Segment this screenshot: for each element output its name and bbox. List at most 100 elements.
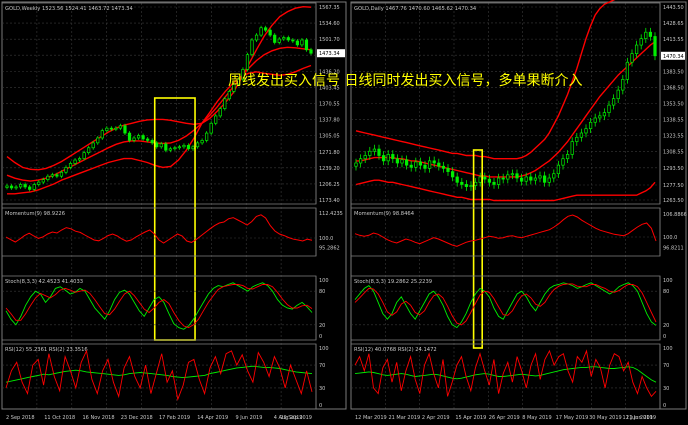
weekly-y-tick-label: 1567.35 <box>319 5 340 11</box>
daily-candle-body <box>639 38 643 46</box>
weekly-candle-body <box>259 27 263 36</box>
daily-candle-body <box>515 173 519 179</box>
weekly-candle-body <box>114 127 118 130</box>
weekly-y-tick-label: 112.4235 <box>319 211 343 217</box>
daily-y-tick-label: 96.8211 <box>663 246 684 252</box>
weekly-candle-body <box>118 125 123 129</box>
weekly-candle-body <box>77 158 82 161</box>
weekly-y-tick-label: 1370.55 <box>319 101 340 107</box>
weekly-candle-body <box>277 38 281 43</box>
weekly-candle-body <box>46 175 50 180</box>
daily-candle-body <box>611 98 616 106</box>
weekly-x-tick-label: 29 Sep 2019 <box>280 415 312 421</box>
daily-candle-body <box>584 128 588 134</box>
daily-y-tick-label: 1413.55 <box>663 37 684 43</box>
daily-candle-body <box>377 148 381 156</box>
daily-y-tick-label: 1323.55 <box>663 134 684 140</box>
daily-y-tick-label: 106.8866 <box>663 212 687 218</box>
weekly-candle-body <box>91 142 95 149</box>
weekly-y-tick-label: 70 <box>319 363 325 369</box>
daily-candle-body <box>395 158 400 164</box>
weekly-y-tick-label: 95.2862 <box>319 245 340 251</box>
weekly-candle-body <box>32 184 36 190</box>
daily-pane-1-title: Momentum(9) 98.8464 <box>354 211 415 217</box>
daily-candle-body <box>524 176 528 182</box>
weekly-candle-body <box>150 140 154 144</box>
chart-workspace: GOLD,Weekly 1523.56 1524.41 1463.72 1473… <box>0 0 688 421</box>
daily-candle-body <box>381 155 386 162</box>
daily-candle-body <box>542 175 547 183</box>
daily-candle-body <box>414 161 418 168</box>
weekly-y-tick-label: 1305.05 <box>319 134 340 140</box>
weekly-y-tick-label: 1337.80 <box>319 117 340 123</box>
daily-y-tick-label: 1293.50 <box>663 166 684 172</box>
daily-candle-body <box>455 176 459 183</box>
daily-y-tick-label: 1338.55 <box>663 118 684 124</box>
weekly-candle-body <box>5 185 9 188</box>
weekly-pane-3-title: RSI(12) 55.2361 RSI(2) 23.3516 <box>5 347 88 353</box>
daily-x-tick-label: 17 May 2019 <box>556 415 589 421</box>
daily-x-tick-label: 8 May 2019 <box>522 415 551 421</box>
weekly-y-tick-label: 1501.70 <box>319 37 340 43</box>
weekly-candle-body <box>291 39 295 42</box>
daily-y-tick-label: 70 <box>663 363 669 369</box>
daily-y-tick-label: 1308.55 <box>663 150 684 156</box>
weekly-candle-body <box>245 54 250 70</box>
weekly-candle-body <box>304 39 309 51</box>
weekly-candle-body <box>127 132 132 141</box>
weekly-candle-body <box>191 146 195 150</box>
weekly-y-tick-label: 1239.20 <box>319 166 340 172</box>
weekly-candle-body <box>41 179 45 183</box>
daily-candle-body <box>602 112 607 117</box>
daily-candle-body <box>579 132 584 138</box>
daily-y-tick-label: 1353.50 <box>663 102 684 108</box>
weekly-candle-body <box>214 115 218 124</box>
weekly-candle-body <box>9 185 14 189</box>
daily-candle-body <box>372 148 377 152</box>
daily-candle-body <box>565 154 570 160</box>
daily-candle-body <box>427 160 432 169</box>
daily-y-tick-label: 100 <box>663 346 673 352</box>
daily-candle-body <box>644 31 648 39</box>
daily-candle-body <box>588 121 593 130</box>
daily-candle-body <box>653 36 657 57</box>
weekly-candle-body <box>200 140 204 144</box>
weekly-candle-body <box>64 167 68 173</box>
daily-candle-body <box>354 162 358 167</box>
weekly-candle-body <box>159 143 163 148</box>
weekly-candle-body <box>132 137 136 141</box>
weekly-candle-body <box>50 174 54 177</box>
daily-candle-body <box>391 154 395 160</box>
daily-candle-body <box>570 141 574 155</box>
daily-x-tick-label: 12 Mar 2019 <box>355 415 387 421</box>
weekly-candle-body <box>23 184 27 188</box>
daily-y-tick-label: 1443.50 <box>663 5 684 11</box>
daily-price-tag-label: 1470.34 <box>663 54 684 60</box>
weekly-x-tick-label: 16 Nov 2018 <box>83 415 115 421</box>
weekly-y-tick-label: 100.0 <box>319 236 333 242</box>
weekly-price-tag-label: 1473.34 <box>319 51 340 57</box>
daily-candle-body <box>487 178 492 183</box>
daily-candle-body <box>432 160 436 164</box>
weekly-y-tick-label: 30 <box>319 386 325 392</box>
weekly-y-tick-label: 1206.25 <box>319 182 340 188</box>
daily-y-tick-label: 100.0 <box>663 235 677 241</box>
daily-x-tick-label: 21 Jun 2019 <box>626 415 656 421</box>
daily-candle-body <box>501 177 505 180</box>
weekly-candle-body <box>146 138 150 141</box>
daily-candle-body <box>400 159 404 164</box>
weekly-y-tick-label: 20 <box>319 323 325 329</box>
daily-candle-body <box>648 31 653 37</box>
daily-candle-body <box>492 181 496 185</box>
daily-candle-body <box>469 185 473 187</box>
weekly-candle-body <box>141 135 145 140</box>
weekly-candle-body <box>14 186 18 189</box>
weekly-x-tick-label: 14 Apr 2019 <box>197 415 228 421</box>
weekly-pane-2-title: Stoch(8,3,3) 42.4523 41.4033 <box>5 279 83 285</box>
weekly-candle-body <box>87 147 91 154</box>
weekly-candle-body <box>254 34 259 41</box>
daily-candle-body <box>593 117 597 123</box>
daily-y-tick-label: 1277.50 <box>663 183 684 189</box>
daily-candle-body <box>483 176 487 180</box>
weekly-candle-body <box>68 163 73 168</box>
